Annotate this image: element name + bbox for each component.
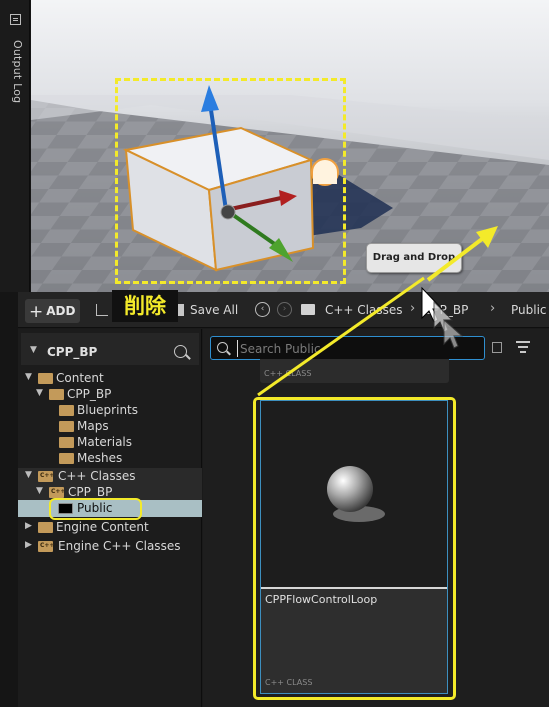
tree-item-label: Engine Content	[56, 520, 149, 534]
output-log-tab[interactable]: Output Log	[11, 40, 24, 103]
viewport-scene	[31, 0, 549, 292]
side-strip: Output Log	[0, 0, 30, 292]
search-input[interactable]	[237, 340, 477, 357]
breadcrumb-public[interactable]: Public	[511, 303, 547, 317]
plus-icon: +	[29, 302, 44, 322]
tree-item-label: Maps	[77, 419, 109, 433]
tree-item-maps[interactable]: Maps	[18, 418, 202, 435]
filter-icon[interactable]	[516, 341, 530, 353]
tree-item-label: Content	[56, 371, 104, 385]
tree-title: CPP_BP	[47, 345, 98, 359]
folder-icon	[59, 421, 74, 432]
folder-icon	[59, 437, 74, 448]
drag-and-drop-callout: Drag and Drop	[366, 243, 462, 273]
chevron-down-icon[interactable]: ▼	[25, 470, 32, 480]
tree-item-cpp-bp-classes[interactable]: ▼ CPP_BP	[18, 484, 202, 501]
folder-icon	[58, 503, 73, 514]
cpp-folder-icon	[38, 541, 54, 552]
tree-item-label: Engine C++ Classes	[58, 539, 181, 553]
cpp-folder-icon	[38, 471, 54, 482]
breadcrumb-cpp-classes[interactable]: C++ Classes	[325, 303, 403, 317]
cpp-folder-icon	[49, 487, 65, 498]
source-tree: ▼ CPP_BP ▼ Content ▼ CPP_BP Blueprints M…	[18, 329, 202, 707]
back-icon[interactable]: ‹	[255, 302, 270, 317]
forward-icon[interactable]: ›	[277, 302, 292, 317]
asset-tile-cppflowcontrolloop[interactable]: CPPFlowControlLoop C++ CLASS	[260, 400, 448, 694]
asset-name: CPPFlowControlLoop	[265, 593, 378, 606]
tree-item-materials[interactable]: Materials	[18, 434, 202, 451]
content-browser: + ADD Save All ‹ › C++ Classes › CPP_BP ›…	[18, 292, 549, 707]
chevron-down-icon[interactable]: ▼	[36, 486, 43, 496]
save-all-button[interactable]: Save All	[190, 303, 238, 317]
tree-item-blueprints[interactable]: Blueprints	[18, 402, 202, 419]
save-search-icon[interactable]	[492, 342, 502, 353]
chevron-down-icon[interactable]: ▼	[25, 372, 32, 382]
asset-thumbnail	[261, 401, 447, 587]
sphere-icon	[327, 466, 385, 522]
tree-item-label: Blueprints	[77, 403, 139, 417]
chevron-right-icon[interactable]: ▶	[25, 540, 32, 550]
tree-item-label: CPP_BP	[67, 387, 112, 401]
tree-item-label: Materials	[77, 435, 133, 449]
search-icon	[217, 342, 228, 353]
tree-item-engine-cpp-classes[interactable]: ▶ Engine C++ Classes	[18, 538, 202, 555]
tree-item-label: CPP_BP	[68, 485, 113, 499]
tree-item-cpp-classes[interactable]: ▼ C++ Classes	[18, 468, 202, 485]
asset-tile[interactable]: C++ CLASS	[260, 359, 449, 383]
search-icon[interactable]	[174, 345, 187, 358]
folder-icon	[59, 405, 74, 416]
add-button[interactable]: + ADD	[25, 299, 80, 323]
folder-open-icon	[49, 389, 64, 400]
add-label: ADD	[46, 304, 76, 318]
folder-icon[interactable]	[301, 304, 315, 315]
asset-divider	[261, 587, 447, 589]
asset-class-label: C++ CLASS	[264, 369, 312, 378]
tree-item-public[interactable]: Public	[18, 500, 202, 517]
import-icon[interactable]	[96, 304, 108, 316]
chevron-right-icon[interactable]: ›	[410, 301, 415, 316]
tree-item-engine-content[interactable]: ▶ Engine Content	[18, 519, 202, 536]
asset-view: C++ CLASS CPPFlowContr	[203, 329, 549, 707]
tree-item-meshes[interactable]: Meshes	[18, 450, 202, 467]
content-browser-toolbar: + ADD Save All ‹ › C++ Classes › CPP_BP ›…	[18, 292, 549, 328]
tree-item-cpp-bp[interactable]: ▼ CPP_BP	[18, 386, 202, 403]
level-viewport[interactable]	[31, 0, 549, 292]
breadcrumb-cpp-bp[interactable]: CPP_BP	[424, 303, 468, 317]
tree-item-label: C++ Classes	[58, 469, 136, 483]
folder-icon	[38, 522, 53, 533]
output-log-icon[interactable]	[10, 14, 21, 25]
tree-item-label: Public	[77, 501, 113, 515]
tree-item-label: Meshes	[77, 451, 123, 465]
tree-item-content[interactable]: ▼ Content	[18, 370, 202, 387]
chevron-down-icon[interactable]: ▼	[30, 345, 37, 355]
asset-class-label: C++ CLASS	[265, 678, 313, 687]
search-box[interactable]	[210, 336, 485, 360]
chevron-right-icon[interactable]: ›	[490, 301, 495, 316]
chevron-down-icon[interactable]: ▼	[36, 388, 43, 398]
delete-annotation: 削除	[112, 290, 178, 322]
folder-open-icon	[38, 373, 53, 384]
chevron-right-icon[interactable]: ▶	[25, 521, 32, 531]
tree-header[interactable]: ▼ CPP_BP	[21, 333, 199, 365]
folder-icon	[59, 453, 74, 464]
